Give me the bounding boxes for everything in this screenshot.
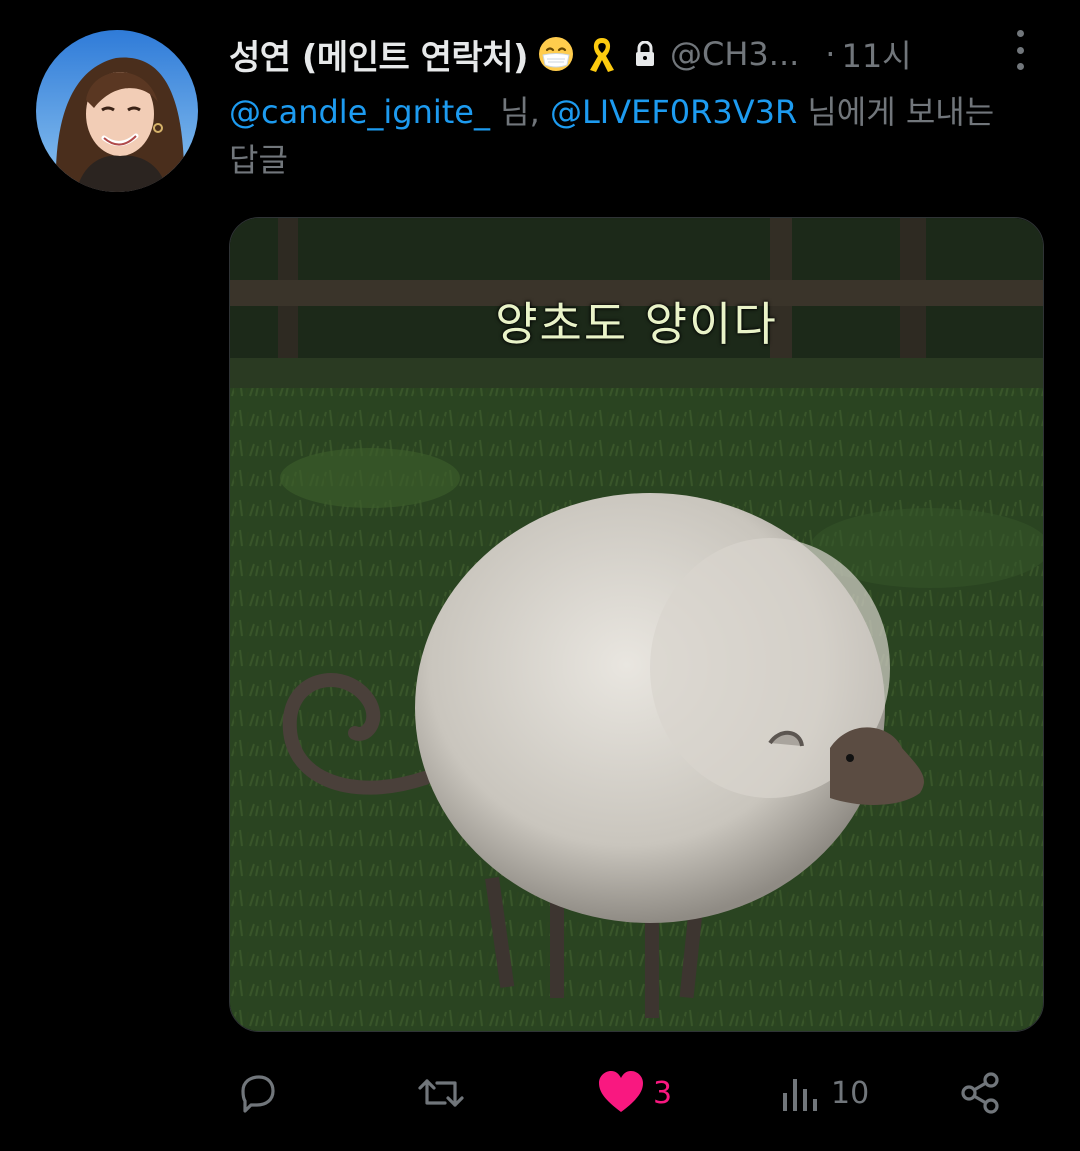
mention-link[interactable]: @LIVEF0R3V3R bbox=[550, 93, 797, 131]
yellow-ribbon-emoji-icon bbox=[584, 34, 620, 74]
like-count: 3 bbox=[653, 1075, 673, 1111]
mask-face-emoji-icon bbox=[538, 36, 574, 72]
retweet-icon bbox=[415, 1069, 467, 1117]
tweet: 성연 (메인트 연락처) @CH3... · 11시 @candle_ignit… bbox=[0, 0, 1080, 1151]
views-count: 10 bbox=[831, 1075, 870, 1111]
author-display-name[interactable]: 성연 (메인트 연락처) bbox=[229, 30, 529, 79]
like-button[interactable]: 3 bbox=[597, 1062, 672, 1124]
avatar[interactable] bbox=[36, 30, 198, 192]
reply-text: 님, bbox=[489, 93, 550, 131]
mention-link[interactable]: @candle_ignite_ bbox=[229, 93, 490, 131]
more-options-button[interactable] bbox=[1008, 30, 1032, 70]
separator-dot: · bbox=[825, 35, 836, 73]
image-caption: 양초도 양이다 bbox=[495, 297, 778, 351]
retweet-button[interactable] bbox=[415, 1062, 475, 1124]
views-icon bbox=[779, 1069, 823, 1117]
lock-icon bbox=[634, 41, 656, 67]
more-dot-icon bbox=[1016, 46, 1024, 54]
tweet-time[interactable]: 11시 bbox=[841, 31, 911, 77]
reply-icon bbox=[233, 1069, 281, 1117]
tweet-image[interactable]: 양초도 양이다 bbox=[229, 217, 1044, 1032]
reply-button[interactable] bbox=[233, 1062, 289, 1124]
share-icon bbox=[957, 1069, 1005, 1117]
action-bar: 3 10 bbox=[229, 1062, 1019, 1124]
share-button[interactable] bbox=[957, 1062, 1005, 1124]
more-dot-icon bbox=[1016, 63, 1024, 70]
views-button[interactable]: 10 bbox=[779, 1062, 869, 1124]
heart-icon bbox=[597, 1070, 645, 1116]
author-handle[interactable]: @CH3... bbox=[670, 35, 799, 73]
reply-context: @candle_ignite_ 님, @LIVEF0R3V3R 님에게 보내는 … bbox=[229, 88, 1029, 184]
more-dot-icon bbox=[1016, 30, 1024, 37]
tweet-header: 성연 (메인트 연락처) @CH3... · 11시 bbox=[229, 28, 1029, 80]
